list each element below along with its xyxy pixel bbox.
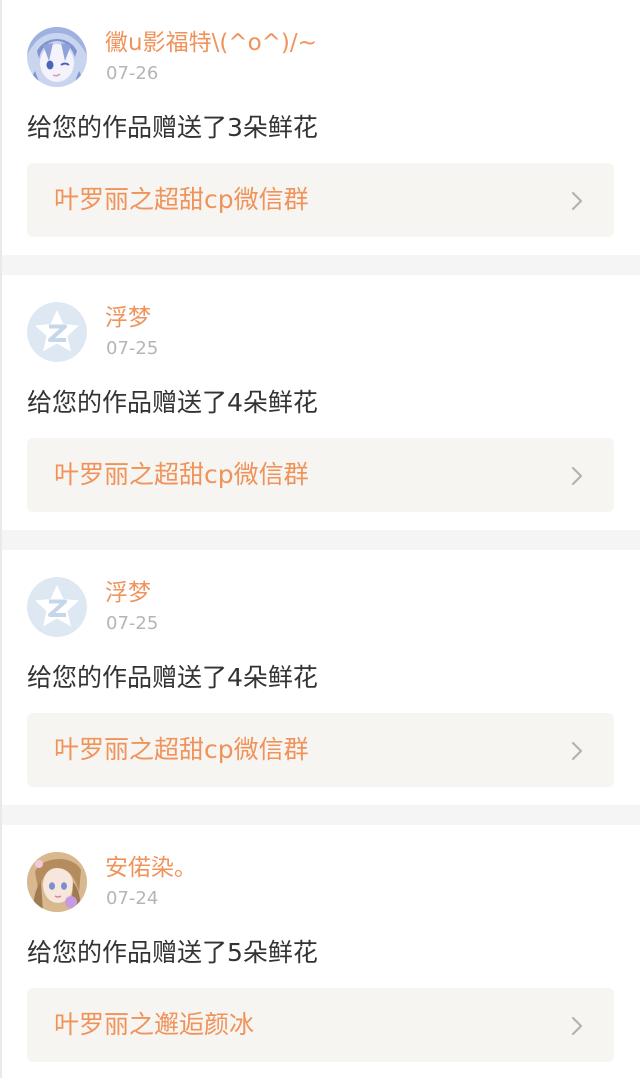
chevron-right-icon	[571, 741, 583, 761]
username[interactable]: 浮梦	[105, 578, 151, 608]
avatar[interactable]	[27, 302, 87, 362]
avatar[interactable]	[27, 852, 87, 912]
date: 07-25	[106, 613, 159, 634]
date: 07-26	[106, 63, 159, 84]
date: 07-25	[106, 338, 159, 359]
work-title: 叶罗丽之超甜cp微信群	[54, 460, 309, 489]
section-divider	[0, 255, 640, 275]
left-border	[0, 0, 2, 1078]
anime-girl-avatar-icon	[27, 852, 87, 912]
notification-item: 浮梦 07-25 给您的作品赠送了4朵鲜花 叶罗丽之超甜cp微信群	[0, 550, 640, 805]
date: 07-24	[106, 888, 159, 909]
work-link-card[interactable]: 叶罗丽之超甜cp微信群	[27, 713, 614, 787]
chevron-right-icon	[571, 191, 583, 211]
username[interactable]: 黴u影福特\(^o^)/~	[105, 28, 317, 58]
work-link-card[interactable]: 叶罗丽之超甜cp微信群	[27, 163, 614, 237]
notification-item: 黴u影福特\(^o^)/~ 07-26 给您的作品赠送了3朵鲜花 叶罗丽之超甜c…	[0, 0, 640, 255]
avatar[interactable]	[27, 577, 87, 637]
gift-message: 给您的作品赠送了4朵鲜花	[27, 663, 318, 692]
work-title: 叶罗丽之邂逅颜冰	[54, 1010, 255, 1039]
section-divider	[0, 530, 640, 550]
avatar[interactable]	[27, 27, 87, 87]
notification-item: 浮梦 07-25 给您的作品赠送了4朵鲜花 叶罗丽之超甜cp微信群	[0, 275, 640, 530]
work-title: 叶罗丽之超甜cp微信群	[54, 185, 309, 214]
default-z-star-avatar-icon	[27, 302, 87, 362]
notification-item: 安偌染。 07-24 给您的作品赠送了5朵鲜花 叶罗丽之邂逅颜冰	[0, 825, 640, 1078]
default-z-star-avatar-icon	[27, 577, 87, 637]
section-divider	[0, 805, 640, 825]
chevron-right-icon	[571, 1016, 583, 1036]
work-link-card[interactable]: 叶罗丽之超甜cp微信群	[27, 438, 614, 512]
anime-girl-avatar-icon	[27, 27, 87, 87]
work-link-card[interactable]: 叶罗丽之邂逅颜冰	[27, 988, 614, 1062]
work-title: 叶罗丽之超甜cp微信群	[54, 735, 309, 764]
gift-message: 给您的作品赠送了5朵鲜花	[27, 938, 318, 967]
username[interactable]: 安偌染。	[105, 853, 197, 883]
gift-message: 给您的作品赠送了4朵鲜花	[27, 388, 318, 417]
flower-gift-notification-feed: 黴u影福特\(^o^)/~ 07-26 给您的作品赠送了3朵鲜花 叶罗丽之超甜c…	[0, 0, 640, 1078]
chevron-right-icon	[571, 466, 583, 486]
gift-message: 给您的作品赠送了3朵鲜花	[27, 113, 318, 142]
username[interactable]: 浮梦	[105, 303, 151, 333]
